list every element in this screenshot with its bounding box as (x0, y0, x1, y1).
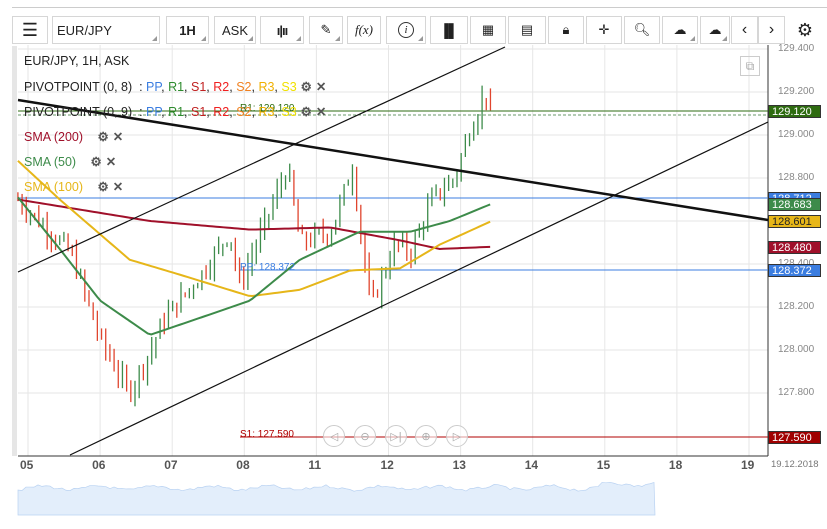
r1-key: R1 (168, 80, 185, 94)
r1-price-label: 129.120 (768, 105, 821, 118)
s2-key: S2 (236, 105, 252, 119)
x-tick-label: 15 (596, 458, 611, 472)
r2-key: R2 (213, 80, 230, 94)
r3-key: R3 (258, 80, 275, 94)
zoom-in-button[interactable]: ⊕ (415, 425, 437, 447)
sma50-price-label: 128.683 (768, 198, 821, 211)
channel-lower-line[interactable] (69, 121, 769, 456)
sma50-legend: SMA (50) ⚙ ✕ (24, 154, 116, 169)
x-tick-label: 19 (741, 458, 755, 472)
pivot-name: PIVOTPOINT (0, 8) (24, 80, 133, 94)
gear-icon[interactable]: ⚙ (97, 179, 108, 194)
gear-icon[interactable]: ⚙ (91, 154, 102, 169)
y-tick-label: 129.200 (778, 86, 815, 97)
pivot-legend-1: PIVOTPOINT (0, 8) : PP, R1, S1, R2, S2, … (24, 79, 327, 94)
close-icon[interactable]: ✕ (316, 79, 326, 94)
pp-key: PP (146, 80, 162, 94)
zoom-in-icon: ⊕ (421, 430, 431, 443)
reset-button[interactable]: ▷| (385, 425, 407, 447)
x-tick-label: 07 (164, 458, 178, 472)
pp-key: PP (146, 105, 162, 119)
gear-icon[interactable]: ⚙ (301, 104, 312, 119)
pp-price-label: 128.372 (768, 264, 821, 277)
chart-title: EUR/JPY, 1H, ASK (24, 54, 130, 68)
x-tick-label: 13 (452, 458, 466, 472)
x-tick-label: 06 (92, 458, 106, 472)
gear-icon[interactable]: ⚙ (301, 79, 312, 94)
s1-price-label: 127.590 (768, 431, 821, 444)
pivot-name: PIVOTPOINT (0, 9) (24, 105, 133, 119)
popout-button[interactable]: ⧉ (740, 56, 760, 76)
close-icon[interactable]: ✕ (106, 154, 116, 169)
sma50-name: SMA (50) (24, 155, 77, 169)
y-tick-label: 128.200 (778, 301, 815, 312)
s2-key: S2 (236, 80, 252, 94)
triangle-right-icon: ▷ (452, 430, 462, 443)
pan-right-button[interactable]: ▷ (446, 425, 468, 447)
triangle-left-icon: ◁ (329, 430, 339, 443)
x-tick-label: 12 (380, 458, 394, 472)
x-tick-label: 05 (20, 458, 34, 472)
sma200-price-label: 128.480 (768, 241, 821, 254)
x-tick-label: 11 (308, 458, 322, 472)
y-tick-label: 129.400 (778, 43, 815, 54)
date-label: 19.12.2018 (771, 459, 819, 470)
r2-key: R2 (213, 105, 230, 119)
y-tick-label: 128.000 (778, 344, 815, 355)
sma100-price-label: 128.601 (768, 215, 821, 228)
x-tick-label: 08 (236, 458, 250, 472)
y-tick-label: 127.800 (778, 387, 815, 398)
pp-level-label: PP: 128.372 (240, 262, 296, 273)
x-tick-label: 18 (668, 458, 683, 472)
close-icon[interactable]: ✕ (316, 104, 326, 119)
zoom-out-button[interactable]: ⊖ (354, 425, 376, 447)
sma200-name: SMA (200) (24, 130, 84, 144)
sma200-legend: SMA (200) ⚙ ✕ (24, 129, 123, 144)
r3-key: R3 (258, 105, 275, 119)
close-icon[interactable]: ✕ (113, 179, 123, 194)
s1-key: S1 (191, 105, 207, 119)
y-tick-label: 129.000 (778, 129, 815, 140)
s1-key: S1 (191, 80, 207, 94)
popout-icon: ⧉ (745, 58, 755, 73)
s3-key: S3 (281, 105, 297, 119)
pan-left-button[interactable]: ◁ (323, 425, 345, 447)
s1-level-label: S1: 127.590 (240, 429, 294, 440)
r1-key: R1 (168, 105, 185, 119)
x-tick-label: 14 (524, 458, 539, 472)
s3-key: S3 (281, 80, 297, 94)
skip-end-icon: ▷| (390, 430, 402, 443)
gear-icon[interactable]: ⚙ (97, 129, 108, 144)
y-tick-label: 128.800 (778, 172, 815, 183)
sma100-name: SMA (100) (24, 180, 84, 194)
zoom-out-icon: ⊖ (360, 430, 370, 443)
sma100-legend: SMA (100) ⚙ ✕ (24, 179, 123, 194)
close-icon[interactable]: ✕ (113, 129, 123, 144)
pivot-legend-2: PIVOTPOINT (0, 9) : PP, R1, S1, R2, S2, … (24, 104, 327, 119)
